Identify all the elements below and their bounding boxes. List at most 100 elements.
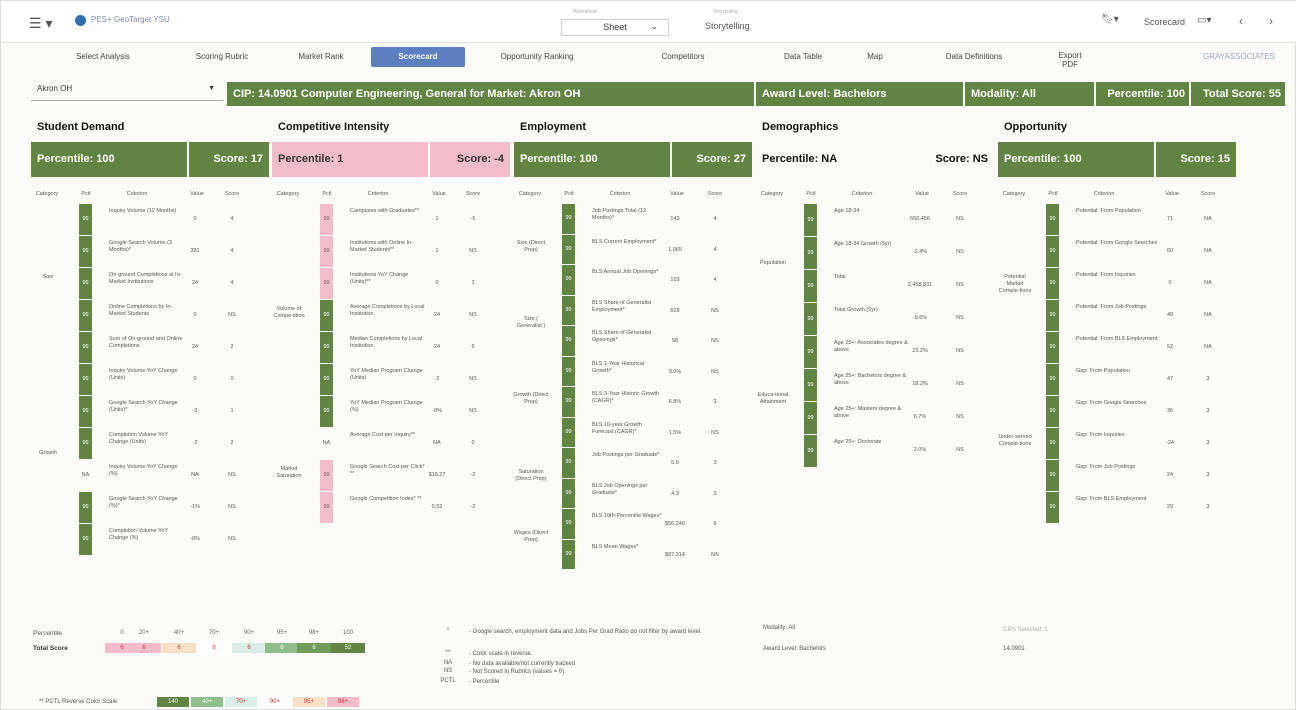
market-select[interactable]: Akron OH ▼ — [31, 81, 223, 101]
score-cell: 4 — [713, 246, 717, 253]
value-cell: 47 — [1166, 376, 1174, 382]
nav-data-definitions[interactable]: Data Definitions — [931, 52, 1017, 61]
table-header-pctl: Pctl — [564, 191, 574, 197]
percentile-cell: 99 — [562, 448, 575, 478]
criterion-label: BLS 3-Year Historic Growth (CAGR)* — [592, 391, 660, 404]
scorecard-button[interactable]: Scorecard — [1144, 17, 1185, 27]
legend-total-cell: 6 — [197, 643, 231, 653]
value-cell: 24 — [433, 312, 441, 318]
forward-icon[interactable]: › — [1269, 14, 1273, 28]
score-cell: NS — [469, 376, 477, 382]
criterion-label: Job Postings per Graduate* — [592, 452, 660, 458]
score-cell: NS — [956, 282, 964, 288]
category-label: Growth — [39, 450, 57, 456]
nav-market-rank[interactable]: Market Rank — [286, 52, 356, 61]
nav-scoring-rubric[interactable]: Scoring Rubric — [187, 52, 257, 61]
criterion-label: Gap: From Population — [1076, 368, 1130, 374]
value-cell: -2 — [192, 440, 198, 446]
value-cell: 18.2% — [912, 381, 928, 387]
nav-export-pdf[interactable]: Export PDF — [1055, 51, 1085, 69]
table-header-category: Category — [1002, 191, 1026, 197]
menu-icon[interactable]: ☰ ▾ — [29, 15, 52, 32]
legend-total-cell: 6 — [127, 643, 161, 653]
storytelling-tab[interactable]: Storytelling — [705, 21, 750, 31]
percentile-cell: 99 — [79, 332, 92, 363]
percentile-cell: 99 — [79, 300, 92, 331]
legend-pct-tick: 70+ — [208, 630, 220, 636]
score-cell: NS — [956, 447, 964, 453]
nav-opportunity-ranking[interactable]: Opportunity Ranking — [487, 52, 587, 61]
percentile-cell: 99 — [79, 364, 92, 395]
nav-map[interactable]: Map — [861, 52, 889, 61]
back-icon[interactable]: ‹ — [1239, 14, 1243, 28]
table-header-score: Score — [952, 191, 968, 197]
score-cell: 1 — [471, 280, 475, 286]
criterion-label: Inquiry Volume YoY Change (Units) — [109, 368, 178, 381]
bookmark-icon[interactable]: 🔖︎▾ — [1101, 14, 1119, 25]
category-label: Growth (Direct Prep) — [513, 392, 549, 406]
nav-competitors[interactable]: Competitors — [647, 52, 719, 61]
criterion-label: BLS 10th-Percentile Wages* — [592, 513, 662, 519]
value-cell: -24 — [1166, 440, 1174, 446]
student-percentile: Percentile: 100 — [31, 142, 187, 177]
opportunity-score: Score: 15 — [1156, 142, 1236, 177]
value-cell: 2.0% — [913, 447, 927, 453]
category-label: Educa-tional Attainment — [757, 392, 789, 405]
criterion-label: Potential: From Google Searches — [1076, 240, 1158, 246]
value-cell: 143 — [670, 216, 680, 222]
percentile-cell: 99 — [1046, 364, 1059, 395]
section-title-employment: Employment — [520, 121, 587, 133]
percentile-cell: 99 — [804, 237, 817, 269]
criterion-label: Sum of On-ground and Online Completions — [109, 336, 183, 349]
score-cell: NS — [469, 408, 477, 414]
score-cell: NS — [711, 429, 719, 436]
percentile-cell: 99 — [562, 478, 575, 508]
legend-reverse-cell: 90+ — [259, 697, 291, 707]
value-cell: -2.4% — [912, 249, 928, 255]
score-cell: 2 — [230, 344, 234, 350]
nav-data-table[interactable]: Data Table — [771, 52, 835, 61]
criterion-label: Gap: From Inquiries — [1076, 432, 1125, 438]
nav-select-analysis[interactable]: Select Analysis — [69, 52, 137, 61]
criterion-label: Google Search Volume (3 Months)* — [109, 240, 172, 253]
nav-scorecard[interactable]: Scorecard — [371, 47, 465, 67]
criterion-label: Total — [834, 274, 846, 280]
category-label: Saturation (Direct Prep) — [515, 468, 547, 482]
score-cell: 6 — [713, 521, 717, 527]
criterion-label: BLS Current Employment* — [592, 238, 657, 245]
value-cell: 1 — [435, 216, 439, 222]
category-label: Size — [42, 274, 54, 280]
dropdown-arrow-icon: ▼ — [208, 85, 215, 92]
criterion-label: Google Competition Index* ** — [350, 496, 422, 502]
note-key: NS — [443, 668, 453, 674]
value-cell: 1.5% — [668, 429, 682, 436]
note-text: - Not Scored in Rubrics (values = 0). — [469, 669, 566, 675]
score-cell: NS — [228, 536, 236, 542]
score-cell: 3 — [1206, 376, 1210, 382]
score-cell: NS — [711, 307, 719, 314]
demographics-score: Score: NS — [935, 153, 988, 165]
score-cell: NS — [956, 348, 964, 354]
percentile-cell: 99 — [320, 492, 333, 523]
legend-pct-tick: 90+ — [243, 630, 255, 636]
worksheet-select[interactable]: Sheet ⌄ — [561, 19, 669, 36]
criterion-label: Total Growth (5yr) — [834, 307, 878, 313]
score-cell: 4 — [713, 277, 717, 283]
percentile-cell: 99 — [1046, 492, 1059, 523]
percentile-cell: 99 — [562, 295, 575, 325]
percentile-cell: 99 — [79, 204, 92, 235]
note-text: - Color scale in reverse. — [469, 651, 533, 657]
legend-total-cell: 6 — [232, 643, 266, 653]
value-cell: 628 — [670, 307, 680, 314]
score-cell: 2 — [230, 440, 234, 446]
export-icon[interactable]: ▭▾ — [1197, 15, 1211, 26]
table-header-pctl: Pctl — [81, 191, 91, 197]
value-cell: 0.52 — [431, 504, 443, 510]
section-title-student: Student Demand — [37, 121, 125, 133]
legend-total-cell: 6 — [265, 643, 299, 653]
score-cell: -5 — [470, 216, 476, 222]
criterion-label: Institutions YoY Change (Units)** — [350, 272, 409, 285]
percentile-cell: 99 — [804, 369, 817, 401]
value-cell: -0.6% — [912, 315, 928, 321]
table-header-value: Value — [432, 191, 446, 197]
